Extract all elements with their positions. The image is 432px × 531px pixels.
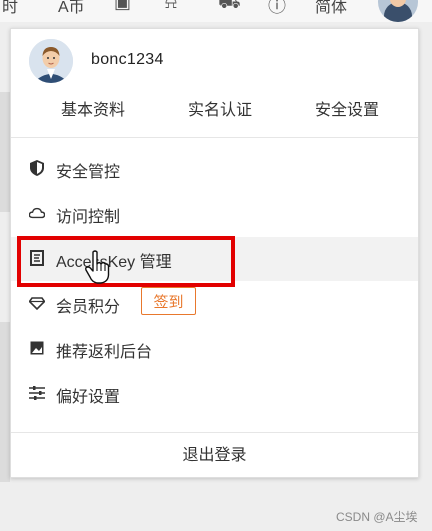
security-settings-link[interactable]: 安全设置: [315, 96, 379, 120]
sliders-icon: [29, 385, 45, 401]
basic-profile-link[interactable]: 基本资料: [61, 96, 125, 120]
image-icon: [29, 340, 45, 356]
menu-item-label: 会员积分: [56, 299, 121, 316]
image-icon[interactable]: ▣: [114, 0, 131, 13]
menu-item-preferences[interactable]: 偏好设置: [11, 372, 418, 416]
menu-item-label: 安全管控: [56, 164, 121, 181]
logout-button[interactable]: 退出登录: [11, 434, 418, 477]
profile-header: bonc1234 基本资料 实名认证 安全设置: [11, 29, 418, 139]
background-strip: [0, 322, 10, 482]
cloud-icon: [29, 205, 45, 221]
cart-icon[interactable]: ⛟: [218, 0, 241, 16]
menu-item-label: 偏好设置: [56, 389, 121, 406]
topbar-item[interactable]: A币: [58, 0, 85, 17]
menu-item-access-control[interactable]: 访问控制: [11, 192, 418, 236]
divider: [11, 137, 418, 138]
menu-item-label: 推荐返利后台: [56, 344, 153, 361]
help-icon[interactable]: ⓘ: [268, 0, 286, 18]
divider: [11, 432, 418, 433]
quick-links: 基本资料 实名认证 安全设置: [11, 94, 418, 120]
shield-icon: [29, 160, 45, 176]
topbar-avatar[interactable]: [378, 0, 418, 22]
language-switch[interactable]: 简体: [315, 0, 347, 17]
menu-item-referral-backend[interactable]: 推荐返利后台: [11, 327, 418, 371]
check-in-button[interactable]: 签到: [141, 287, 196, 315]
real-name-auth-link[interactable]: 实名认证: [188, 96, 252, 120]
watermark: CSDN @A尘埃: [336, 510, 418, 524]
diamond-icon: [29, 295, 45, 311]
menu-item-security-control[interactable]: 安全管控: [11, 147, 418, 191]
top-navigation-bar: 时 A币 ▣ ⍾ ⛟ ⓘ 简体: [0, 0, 432, 23]
topbar-item[interactable]: 时: [2, 0, 18, 17]
menu-item-label: 访问控制: [56, 209, 121, 226]
background-strip: [0, 92, 10, 212]
bell-icon[interactable]: ⍾: [165, 0, 177, 13]
highlight-annotation-box: [17, 236, 235, 287]
menu-item-member-points[interactable]: 会员积分 签到: [11, 282, 418, 326]
hand-cursor-icon: [84, 250, 112, 286]
avatar[interactable]: [29, 39, 73, 83]
username: bonc1234: [91, 51, 164, 68]
